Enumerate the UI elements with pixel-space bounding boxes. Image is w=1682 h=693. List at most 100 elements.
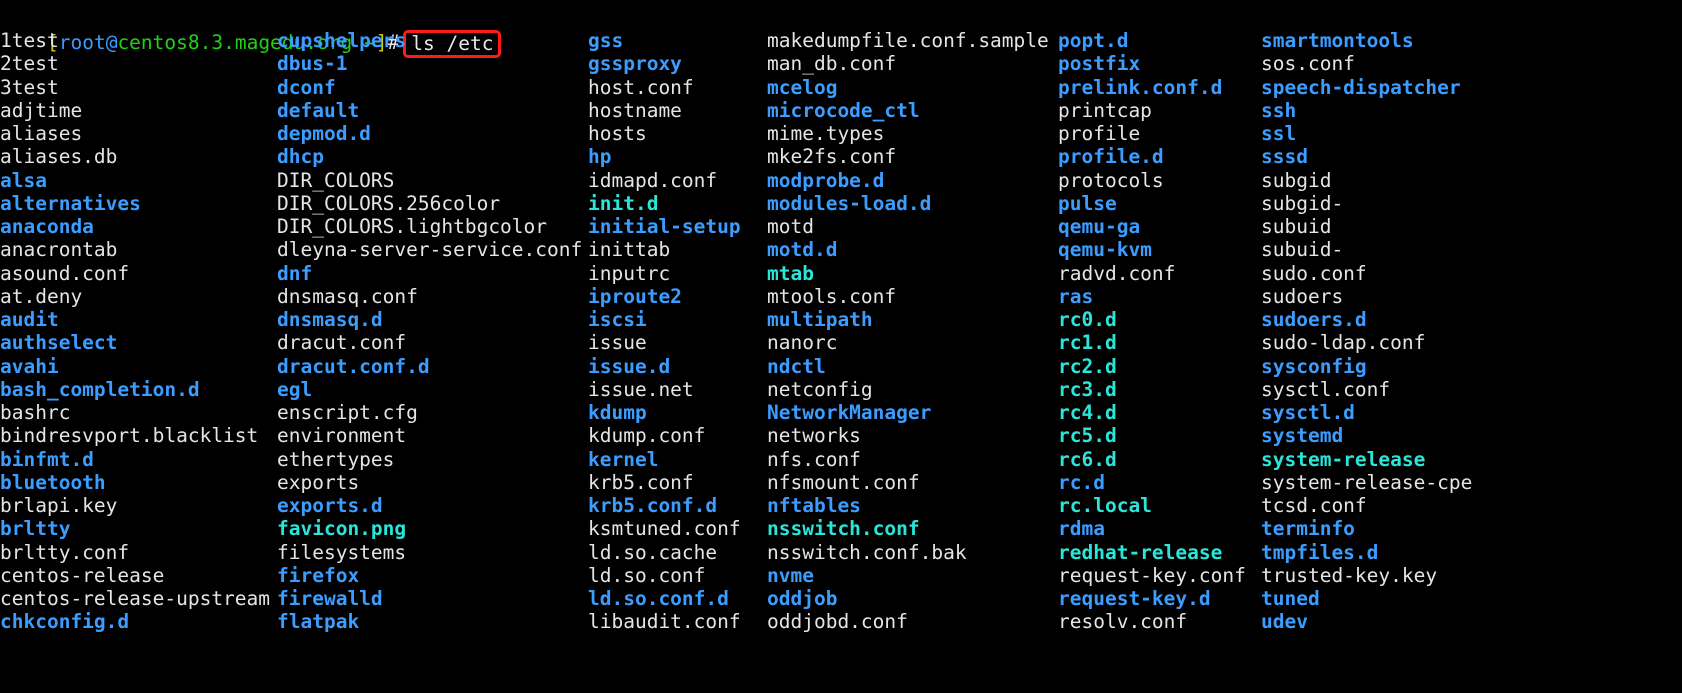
ls-entry[interactable]: ld.so.conf.d bbox=[588, 587, 741, 610]
ls-entry[interactable]: ethertypes bbox=[277, 448, 582, 471]
ls-entry[interactable]: man_db.conf bbox=[767, 52, 1049, 75]
ls-entry[interactable]: dracut.conf bbox=[277, 331, 582, 354]
ls-entry[interactable]: system-release bbox=[1261, 448, 1472, 471]
ls-entry[interactable]: bashrc bbox=[0, 401, 270, 424]
ls-entry[interactable]: motd bbox=[767, 215, 1049, 238]
ls-entry[interactable]: 1test bbox=[0, 29, 270, 52]
ls-entry[interactable]: subuid bbox=[1261, 215, 1472, 238]
ls-entry[interactable]: qemu-kvm bbox=[1058, 238, 1246, 261]
ls-entry[interactable]: environment bbox=[277, 424, 582, 447]
ls-entry[interactable]: chkconfig.d bbox=[0, 610, 270, 633]
ls-entry[interactable]: sudo-ldap.conf bbox=[1261, 331, 1472, 354]
ls-entry[interactable]: anacrontab bbox=[0, 238, 270, 261]
ls-entry[interactable]: nanorc bbox=[767, 331, 1049, 354]
ls-entry[interactable]: nfs.conf bbox=[767, 448, 1049, 471]
ls-entry[interactable]: dnf bbox=[277, 262, 582, 285]
ls-entry[interactable]: ld.so.cache bbox=[588, 541, 741, 564]
ls-entry[interactable]: rc2.d bbox=[1058, 355, 1246, 378]
ls-entry[interactable]: hp bbox=[588, 145, 741, 168]
ls-entry[interactable]: tcsd.conf bbox=[1261, 494, 1472, 517]
ls-entry[interactable]: brltty bbox=[0, 517, 270, 540]
ls-entry[interactable]: authselect bbox=[0, 331, 270, 354]
ls-entry[interactable]: profile.d bbox=[1058, 145, 1246, 168]
ls-entry[interactable]: multipath bbox=[767, 308, 1049, 331]
ls-entry[interactable]: iscsi bbox=[588, 308, 741, 331]
ls-entry[interactable]: bash_completion.d bbox=[0, 378, 270, 401]
ls-entry[interactable]: sos.conf bbox=[1261, 52, 1472, 75]
ls-entry[interactable]: request-key.d bbox=[1058, 587, 1246, 610]
ls-entry[interactable]: favicon.png bbox=[277, 517, 582, 540]
ls-entry[interactable]: rc3.d bbox=[1058, 378, 1246, 401]
ls-entry[interactable]: aliases bbox=[0, 122, 270, 145]
ls-entry[interactable]: tmpfiles.d bbox=[1261, 541, 1472, 564]
ls-entry[interactable]: sudoers bbox=[1261, 285, 1472, 308]
ls-entry[interactable]: DIR_COLORS.256color bbox=[277, 192, 582, 215]
ls-entry[interactable]: subgid bbox=[1261, 169, 1472, 192]
ls-entry[interactable]: initial-setup bbox=[588, 215, 741, 238]
ls-entry[interactable]: ld.so.conf bbox=[588, 564, 741, 587]
ls-entry[interactable]: rc4.d bbox=[1058, 401, 1246, 424]
ls-entry[interactable]: exports bbox=[277, 471, 582, 494]
ls-entry[interactable]: inittab bbox=[588, 238, 741, 261]
ls-entry[interactable]: mtools.conf bbox=[767, 285, 1049, 308]
ls-entry[interactable]: krb5.conf.d bbox=[588, 494, 741, 517]
ls-entry[interactable]: aliases.db bbox=[0, 145, 270, 168]
ls-entry[interactable]: default bbox=[277, 99, 582, 122]
ls-entry[interactable]: alsa bbox=[0, 169, 270, 192]
ls-entry[interactable]: radvd.conf bbox=[1058, 262, 1246, 285]
ls-entry[interactable]: issue.net bbox=[588, 378, 741, 401]
ls-entry[interactable]: rdma bbox=[1058, 517, 1246, 540]
ls-entry[interactable]: modprobe.d bbox=[767, 169, 1049, 192]
ls-entry[interactable]: request-key.conf bbox=[1058, 564, 1246, 587]
ls-entry[interactable]: oddjob bbox=[767, 587, 1049, 610]
ls-entry[interactable]: ksmtuned.conf bbox=[588, 517, 741, 540]
ls-entry[interactable]: qemu-ga bbox=[1058, 215, 1246, 238]
ls-entry[interactable]: kernel bbox=[588, 448, 741, 471]
ls-entry[interactable]: dnsmasq.conf bbox=[277, 285, 582, 308]
ls-entry[interactable]: gssproxy bbox=[588, 52, 741, 75]
ls-entry[interactable]: terminfo bbox=[1261, 517, 1472, 540]
ls-entry[interactable]: enscript.cfg bbox=[277, 401, 582, 424]
ls-entry[interactable]: dbus-1 bbox=[277, 52, 582, 75]
ls-entry[interactable]: sssd bbox=[1261, 145, 1472, 168]
ls-entry[interactable]: prelink.conf.d bbox=[1058, 76, 1246, 99]
ls-entry[interactable]: redhat-release bbox=[1058, 541, 1246, 564]
ls-entry[interactable]: brlapi.key bbox=[0, 494, 270, 517]
ls-entry[interactable]: filesystems bbox=[277, 541, 582, 564]
ls-entry[interactable]: at.deny bbox=[0, 285, 270, 308]
ls-entry[interactable]: mtab bbox=[767, 262, 1049, 285]
ls-entry[interactable]: kdump.conf bbox=[588, 424, 741, 447]
ls-entry[interactable]: bluetooth bbox=[0, 471, 270, 494]
ls-entry[interactable]: issue bbox=[588, 331, 741, 354]
ls-entry[interactable]: rc.d bbox=[1058, 471, 1246, 494]
ls-entry[interactable]: centos-release-upstream bbox=[0, 587, 270, 610]
ls-entry[interactable]: sysctl.conf bbox=[1261, 378, 1472, 401]
ls-entry[interactable]: sudo.conf bbox=[1261, 262, 1472, 285]
ls-entry[interactable]: kdump bbox=[588, 401, 741, 424]
ls-entry[interactable]: 2test bbox=[0, 52, 270, 75]
ls-entry[interactable]: ssh bbox=[1261, 99, 1472, 122]
ls-entry[interactable]: rc5.d bbox=[1058, 424, 1246, 447]
ls-entry[interactable]: popt.d bbox=[1058, 29, 1246, 52]
ls-entry[interactable]: nsswitch.conf bbox=[767, 517, 1049, 540]
ls-entry[interactable]: profile bbox=[1058, 122, 1246, 145]
ls-entry[interactable]: nvme bbox=[767, 564, 1049, 587]
ls-entry[interactable]: postfix bbox=[1058, 52, 1246, 75]
ls-entry[interactable]: DIR_COLORS.lightbgcolor bbox=[277, 215, 582, 238]
ls-entry[interactable]: subgid- bbox=[1261, 192, 1472, 215]
ls-entry[interactable]: printcap bbox=[1058, 99, 1246, 122]
ls-entry[interactable]: networks bbox=[767, 424, 1049, 447]
ls-entry[interactable]: cupshelpers bbox=[277, 29, 582, 52]
ls-entry[interactable]: idmapd.conf bbox=[588, 169, 741, 192]
ls-entry[interactable]: microcode_ctl bbox=[767, 99, 1049, 122]
ls-entry[interactable]: anaconda bbox=[0, 215, 270, 238]
ls-entry[interactable]: hosts bbox=[588, 122, 741, 145]
ls-entry[interactable]: nftables bbox=[767, 494, 1049, 517]
ls-entry[interactable]: sysctl.d bbox=[1261, 401, 1472, 424]
ls-entry[interactable]: modules-load.d bbox=[767, 192, 1049, 215]
ls-entry[interactable]: exports.d bbox=[277, 494, 582, 517]
ls-entry[interactable]: depmod.d bbox=[277, 122, 582, 145]
ls-entry[interactable]: inputrc bbox=[588, 262, 741, 285]
ls-entry[interactable]: brltty.conf bbox=[0, 541, 270, 564]
ls-entry[interactable]: udev bbox=[1261, 610, 1472, 633]
